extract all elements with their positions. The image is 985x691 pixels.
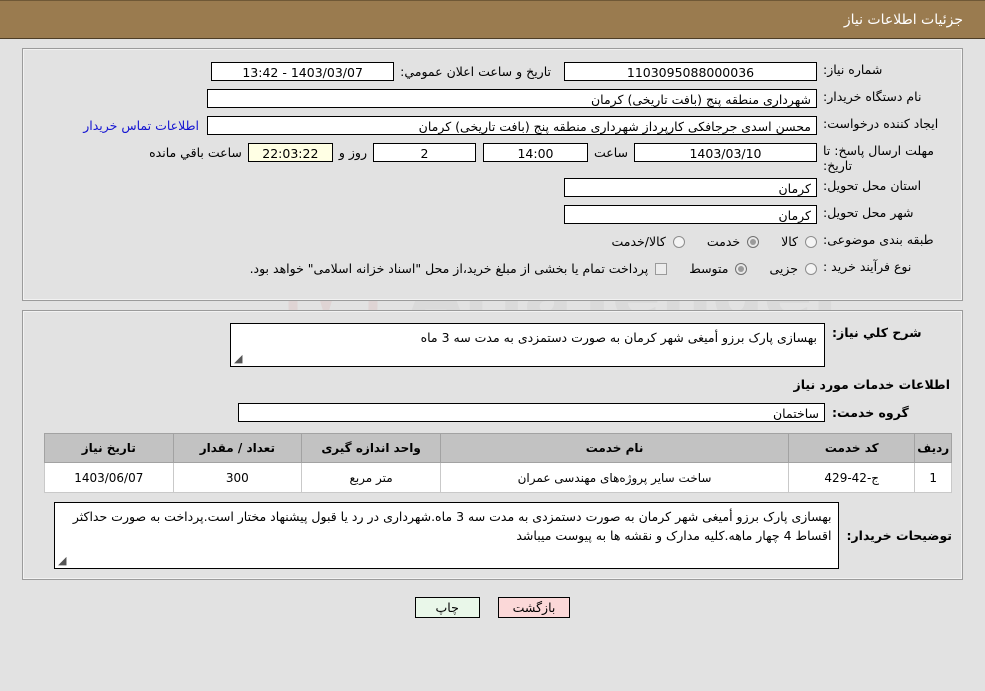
buyer-org-field[interactable]: شهرداری منطقه پنج (بافت تاریخی) کرمان	[207, 89, 817, 108]
deadline-hour-field[interactable]: 14:00	[482, 143, 588, 162]
delivery-province-field[interactable]: کرمان	[564, 178, 817, 197]
column-header-quantity: تعداد / مقدار	[172, 433, 303, 463]
category-option-goods[interactable]: کالا	[781, 232, 817, 251]
delivery-city-field[interactable]: کرمان	[564, 205, 817, 224]
table-row: 1 ج-42-429 ساخت سایر پروژه‌های مهندسی عم…	[44, 462, 952, 493]
row-need-number: شماره نیاز: 1103095088000036 تاریخ و ساع…	[33, 62, 952, 84]
row-response-deadline: مهلت ارسال پاسخ: تا تاریخ: 1403/03/10 سا…	[33, 143, 952, 173]
services-section-title: اطلاعات خدمات مورد نیاز	[793, 377, 951, 392]
category-option-goods-service[interactable]: کالا/خدمت	[611, 232, 685, 251]
process-option-minor[interactable]: جزیی	[769, 259, 817, 278]
radio-icon-goods-service[interactable]	[672, 235, 685, 248]
days-label: روز و	[338, 145, 367, 160]
column-header-unit: واحد اندازه گیری	[301, 433, 442, 463]
treasury-bond-label: پرداخت تمام یا بخشی از مبلغ خرید،از محل …	[249, 261, 649, 276]
checkbox-icon-treasury-bond[interactable]	[655, 262, 668, 275]
remaining-days-field[interactable]: 2	[372, 143, 476, 162]
countdown-field: 22:03:22	[247, 143, 333, 162]
cell-quantity: 300	[172, 462, 303, 493]
public-announce-field[interactable]: 1403/03/07 - 13:42	[211, 62, 395, 81]
buyer-notes-textarea[interactable]: بهسازی پارک برزو أمیغی شهر کرمان به صورت…	[54, 502, 840, 569]
cell-unit: متر مربع	[301, 462, 442, 493]
general-description-textarea[interactable]: بهسازی پارک برزو أمیغی شهر کرمان به صورت…	[230, 323, 825, 367]
hour-label: ساعت	[593, 145, 628, 160]
cell-need-date: 1403/06/07	[44, 462, 174, 493]
category-option-goods-service-label: کالا/خدمت	[611, 234, 666, 249]
request-creator-field[interactable]: محسن اسدی جرجافکی کارپرداز شهرداری منطقه…	[207, 116, 817, 135]
need-summary-panel: شماره نیاز: 1103095088000036 تاریخ و ساع…	[22, 48, 963, 301]
category-option-service-label: خدمت	[706, 234, 741, 249]
resize-grip-icon[interactable]: ◣	[58, 554, 68, 567]
radio-icon-medium[interactable]	[735, 262, 748, 275]
resize-grip-icon[interactable]: ◣	[234, 352, 244, 365]
row-general-description: شرح كلي نیاز: بهسازی پارک برزو أمیغی شهر…	[33, 323, 952, 367]
row-buyer-notes: توضیحات خریدار: بهسازی پارک برزو أمیغی ش…	[33, 502, 952, 569]
row-delivery-city: شهر محل تحویل: کرمان	[33, 205, 952, 227]
general-description-text: بهسازی پارک برزو أمیغی شهر کرمان به صورت…	[420, 330, 817, 345]
service-group-label: گروه خدمت:	[832, 405, 909, 420]
radio-icon-minor[interactable]	[805, 262, 817, 275]
row-buyer-org: نام دستگاه خریدار: شهرداری منطقه پنج (با…	[33, 89, 952, 111]
row-purchase-process: نوع فرآیند خرید : جزیی متوسط پرداخت تمام…	[33, 259, 952, 281]
column-header-service-name: نام خدمت	[440, 433, 790, 463]
row-subject-category: طبقه بندی موضوعی: کالا خدمت کالا/خدمت	[33, 232, 952, 254]
cell-service-code: ج-42-429	[788, 462, 916, 493]
row-request-creator: ایجاد کننده درخواست: محسن اسدی جرجافکی ک…	[33, 116, 952, 138]
table-header-row: ردیف کد خدمت نام خدمت واحد اندازه گیری ت…	[44, 433, 952, 463]
radio-icon-goods[interactable]	[805, 235, 817, 248]
row-delivery-province: استان محل تحویل: کرمان	[33, 178, 952, 200]
need-number-label: شماره نیاز:	[823, 62, 883, 77]
process-option-medium-label: متوسط	[689, 261, 729, 276]
buyer-notes-text: بهسازی پارک برزو أمیغی شهر کرمان به صورت…	[72, 509, 832, 543]
treasury-bond-checkbox-row[interactable]: پرداخت تمام یا بخشی از مبلغ خرید،از محل …	[250, 259, 668, 278]
purchase-process-label: نوع فرآیند خرید :	[823, 259, 912, 274]
back-button[interactable]: بازگشت	[497, 596, 571, 618]
remaining-hours-label: ساعت باقي مانده	[149, 145, 242, 160]
category-option-service[interactable]: خدمت	[706, 232, 760, 251]
buyer-contact-link[interactable]: اطلاعات تماس خریدار	[75, 116, 207, 135]
buyer-org-label: نام دستگاه خریدار:	[823, 89, 922, 104]
print-button[interactable]: چاپ	[414, 596, 480, 618]
public-announce-label: تاریخ و ساعت اعلان عمومي:	[400, 64, 551, 79]
cell-service-name: ساخت سایر پروژه‌های مهندسی عمران	[440, 462, 790, 493]
delivery-province-label: استان محل تحویل:	[823, 178, 922, 193]
cell-index: 1	[914, 462, 952, 493]
window-title-bar: جزئیات اطلاعات نیاز	[0, 0, 985, 39]
subject-category-label: طبقه بندی موضوعی:	[823, 232, 934, 247]
need-number-field[interactable]: 1103095088000036	[564, 62, 817, 81]
process-option-medium[interactable]: متوسط	[689, 259, 748, 278]
request-creator-label: ایجاد کننده درخواست:	[823, 116, 939, 131]
column-header-index: ردیف	[914, 433, 952, 463]
category-option-goods-label: کالا	[781, 234, 798, 249]
response-deadline-label: مهلت ارسال پاسخ: تا تاریخ:	[823, 143, 934, 173]
general-description-label: شرح كلي نیاز:	[832, 325, 922, 340]
need-details-panel: شرح كلي نیاز: بهسازی پارک برزو أمیغی شهر…	[22, 310, 963, 580]
page-title: جزئیات اطلاعات نیاز	[843, 11, 963, 28]
column-header-need-date: تاریخ نیاز	[44, 433, 174, 463]
service-group-field[interactable]: ساختمان	[238, 403, 825, 422]
delivery-city-label: شهر محل تحویل:	[823, 205, 914, 220]
row-service-group: گروه خدمت: ساختمان	[33, 403, 952, 422]
column-header-service-code: کد خدمت	[788, 433, 916, 463]
radio-icon-service[interactable]	[747, 235, 760, 248]
deadline-date-field[interactable]: 1403/03/10	[634, 143, 817, 162]
footer-actions: بازگشت چاپ	[0, 590, 985, 624]
services-table: ردیف کد خدمت نام خدمت واحد اندازه گیری ت…	[44, 433, 952, 493]
process-option-minor-label: جزیی	[769, 261, 798, 276]
buyer-notes-label: توضیحات خریدار:	[846, 528, 952, 543]
